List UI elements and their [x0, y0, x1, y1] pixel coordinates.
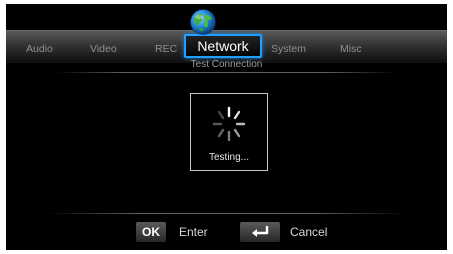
page-subtitle: Test Connection: [190, 59, 263, 70]
cancel-label: Cancel: [290, 225, 328, 239]
menu-item-misc[interactable]: Misc: [340, 43, 362, 55]
menu-item-network[interactable]: Network: [184, 34, 262, 58]
enter-label: Enter: [179, 225, 208, 239]
test-dialog: Testing...: [190, 93, 268, 171]
return-key-button[interactable]: [240, 222, 280, 242]
footer-divider: [46, 213, 407, 214]
menu-item-system[interactable]: System: [271, 43, 306, 55]
menu-item-audio[interactable]: Audio: [26, 43, 53, 55]
menu-item-video[interactable]: Video: [90, 43, 117, 55]
divider: [56, 72, 396, 73]
return-arrow-icon: [252, 225, 269, 237]
menu-item-rec[interactable]: REC: [155, 43, 177, 55]
tv-screen: Audio Video REC Network System Misc Test…: [6, 4, 447, 250]
globe-icon: [190, 9, 216, 35]
ok-key-button[interactable]: OK: [136, 222, 166, 242]
loading-spinner-icon: [212, 106, 246, 142]
status-text: Testing...: [208, 152, 250, 163]
